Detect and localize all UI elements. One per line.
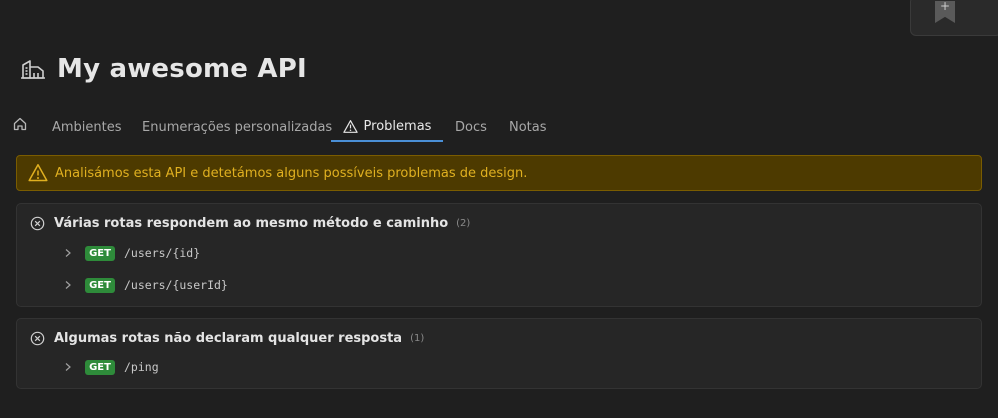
warning-alert: Analisámos esta API e detetámos alguns p…	[16, 155, 982, 191]
problem-card: Várias rotas respondem ao mesmo método e…	[16, 203, 982, 307]
page-header: My awesome API	[20, 52, 307, 86]
route-path: /users/{userId}	[124, 278, 228, 292]
route-item[interactable]: GET /ping	[63, 357, 159, 377]
problem-card: Algumas rotas não declaram qualquer resp…	[16, 318, 982, 389]
problem-header[interactable]: Algumas rotas não declaram qualquer resp…	[30, 329, 424, 347]
problem-title: Várias rotas respondem ao mesmo método e…	[54, 215, 449, 231]
route-path: /users/{id}	[124, 246, 201, 260]
chevron-right-icon	[65, 281, 71, 289]
tab-enumeracoes[interactable]: Enumerações personalizadas	[142, 112, 332, 142]
api-building-icon	[21, 60, 45, 79]
tab-ambientes[interactable]: Ambientes	[52, 112, 122, 142]
tab-problemas[interactable]: Problemas	[331, 112, 443, 142]
method-badge: GET	[85, 359, 115, 375]
route-item[interactable]: GET /users/{id}	[63, 243, 200, 263]
route-path: /ping	[124, 360, 159, 374]
method-badge: GET	[85, 245, 115, 261]
alert-message: Analisámos esta API e detetámos alguns p…	[55, 165, 528, 181]
tab-notas[interactable]: Notas	[509, 112, 547, 142]
page-title: My awesome API	[57, 54, 307, 84]
chevron-right-icon	[65, 363, 71, 371]
corner-panel: +	[910, 0, 998, 36]
tab-bar: Ambientes Enumerações personalizadas Pro…	[0, 112, 998, 144]
bookmark-plus-label: +	[939, 0, 951, 13]
warning-icon	[342, 119, 358, 133]
problem-header[interactable]: Várias rotas respondem ao mesmo método e…	[30, 214, 470, 232]
tab-docs[interactable]: Docs	[455, 112, 487, 142]
circle-x-icon	[30, 331, 45, 345]
tab-problemas-label: Problemas	[363, 118, 432, 134]
method-badge: GET	[85, 277, 115, 293]
circle-x-icon	[30, 216, 45, 230]
home-icon[interactable]	[12, 116, 28, 132]
chevron-right-icon	[65, 249, 71, 257]
warning-icon	[28, 164, 48, 182]
route-item[interactable]: GET /users/{userId}	[63, 275, 228, 295]
problem-count: (2)	[456, 217, 471, 229]
problem-title: Algumas rotas não declaram qualquer resp…	[54, 330, 403, 346]
problem-count: (1)	[410, 332, 425, 344]
